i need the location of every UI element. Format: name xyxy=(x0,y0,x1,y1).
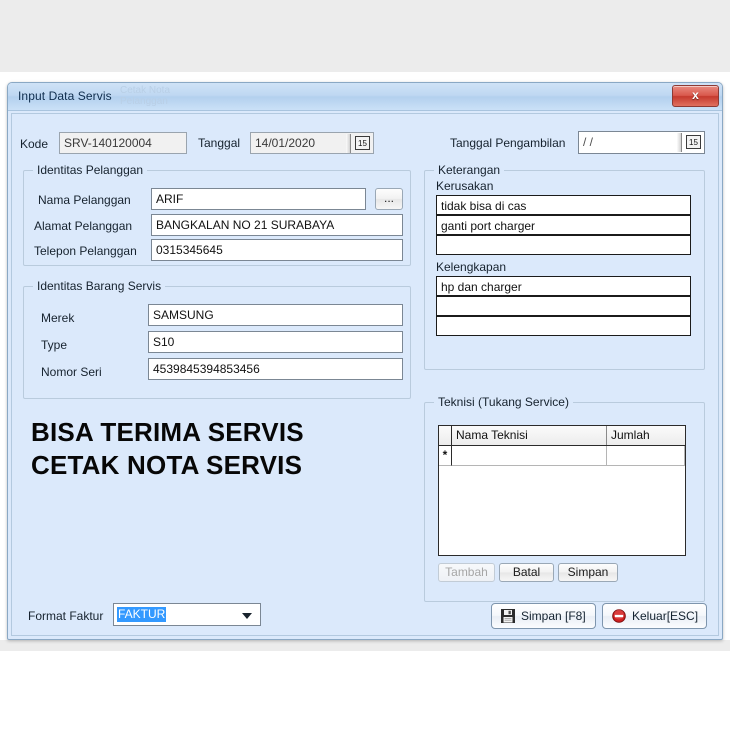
calendar-icon[interactable]: 15 xyxy=(355,136,370,150)
customer-identity-title: Identitas Pelanggan xyxy=(33,163,148,177)
nomor-seri-label: Nomor Seri xyxy=(41,365,102,379)
format-faktur-value: FAKTUR xyxy=(117,607,167,622)
kode-input[interactable]: SRV-140120004 xyxy=(59,132,187,154)
screenshot-root: Cetak Nota Pelanggan Input Data Servis x … xyxy=(0,0,730,730)
simpan-teknisi-button[interactable]: Simpan xyxy=(558,563,618,582)
window-client-area: Kode SRV-140120004 Tanggal 14/01/2020 15… xyxy=(11,113,719,636)
no-entry-icon xyxy=(612,609,626,623)
technician-col-jumlah: Jumlah xyxy=(607,426,685,445)
notes-group-title: Keterangan xyxy=(434,163,505,177)
tanggal-pengambilan-picker-bevel xyxy=(677,133,682,152)
format-faktur-label: Format Faktur xyxy=(28,609,104,623)
item-identity-title: Identitas Barang Servis xyxy=(33,279,166,293)
kelengkapan-label: Kelengkapan xyxy=(436,260,507,274)
window-titlebar[interactable]: Cetak Nota Pelanggan Input Data Servis x xyxy=(8,83,722,111)
technician-col-marker xyxy=(439,426,452,445)
tanggal-value: 14/01/2020 xyxy=(255,136,316,150)
floppy-disk-icon xyxy=(501,609,515,623)
kerusakan-row-input[interactable] xyxy=(436,235,691,255)
kelengkapan-row-input[interactable] xyxy=(436,316,691,336)
kelengkapan-row-input[interactable] xyxy=(436,296,691,316)
format-faktur-select[interactable]: FAKTUR xyxy=(113,603,261,626)
save-button[interactable]: Simpan [F8] xyxy=(491,603,596,629)
exit-button-label: Keluar[ESC] xyxy=(632,609,699,623)
batal-button[interactable]: Batal xyxy=(499,563,554,582)
watermark-line-2: CETAK NOTA SERVIS xyxy=(31,450,303,480)
tambah-button[interactable]: Tambah xyxy=(438,563,495,582)
technician-group-title: Teknisi (Tukang Service) xyxy=(434,395,573,409)
technician-grid[interactable]: Nama Teknisi Jumlah * xyxy=(438,425,686,556)
kode-label: Kode xyxy=(20,137,49,151)
nama-pelanggan-label: Nama Pelanggan xyxy=(38,193,131,207)
save-button-label: Simpan [F8] xyxy=(521,609,586,623)
type-input[interactable]: S10 xyxy=(148,331,403,353)
tanggal-input[interactable]: 14/01/2020 15 xyxy=(250,132,374,154)
tanggal-pengambilan-input[interactable]: / / 15 xyxy=(578,131,705,154)
exit-button[interactable]: Keluar[ESC] xyxy=(602,603,707,629)
kerusakan-label: Kerusakan xyxy=(436,179,494,193)
kerusakan-row-input[interactable]: tidak bisa di cas xyxy=(436,195,691,215)
nama-pelanggan-input[interactable]: ARIF xyxy=(151,188,366,210)
alamat-pelanggan-label: Alamat Pelanggan xyxy=(34,219,133,233)
cell-nama-teknisi[interactable] xyxy=(452,446,607,466)
close-icon[interactable]: x xyxy=(672,85,719,107)
cell-jumlah[interactable] xyxy=(607,446,685,466)
page-chrome-top xyxy=(0,0,730,72)
watermark-line-1: BISA TERIMA SERVIS xyxy=(31,417,304,447)
alamat-pelanggan-input[interactable]: BANGKALAN NO 21 SURABAYA xyxy=(151,214,403,236)
titlebar-ghost-text: Cetak Nota Pelanggan xyxy=(120,85,171,107)
merek-input[interactable]: SAMSUNG xyxy=(148,304,403,326)
kerusakan-row-input[interactable]: ganti port charger xyxy=(436,215,691,235)
merek-label: Merek xyxy=(41,311,75,325)
kelengkapan-row-input[interactable]: hp dan charger xyxy=(436,276,691,296)
telepon-pelanggan-input[interactable]: 0315345645 xyxy=(151,239,403,261)
browse-customer-button[interactable]: ... xyxy=(375,188,403,210)
technician-grid-header: Nama Teknisi Jumlah xyxy=(439,426,685,446)
chevron-down-icon[interactable] xyxy=(242,613,252,619)
calendar-icon[interactable]: 15 xyxy=(686,135,701,149)
input-data-servis-window: Cetak Nota Pelanggan Input Data Servis x … xyxy=(7,82,723,640)
row-marker: * xyxy=(439,446,452,466)
tanggal-pengambilan-label: Tanggal Pengambilan xyxy=(450,136,566,150)
tanggal-picker-bevel xyxy=(346,134,351,153)
window-title: Input Data Servis xyxy=(18,89,112,103)
tanggal-pengambilan-value: / / xyxy=(583,135,594,149)
table-row[interactable]: * xyxy=(439,446,685,466)
tanggal-label: Tanggal xyxy=(198,136,241,150)
type-label: Type xyxy=(41,338,68,352)
technician-col-nama: Nama Teknisi xyxy=(452,426,607,445)
page-chrome-bottom xyxy=(0,640,730,651)
nomor-seri-input[interactable]: 4539845394853456 xyxy=(148,358,403,380)
telepon-pelanggan-label: Telepon Pelanggan xyxy=(34,244,137,258)
